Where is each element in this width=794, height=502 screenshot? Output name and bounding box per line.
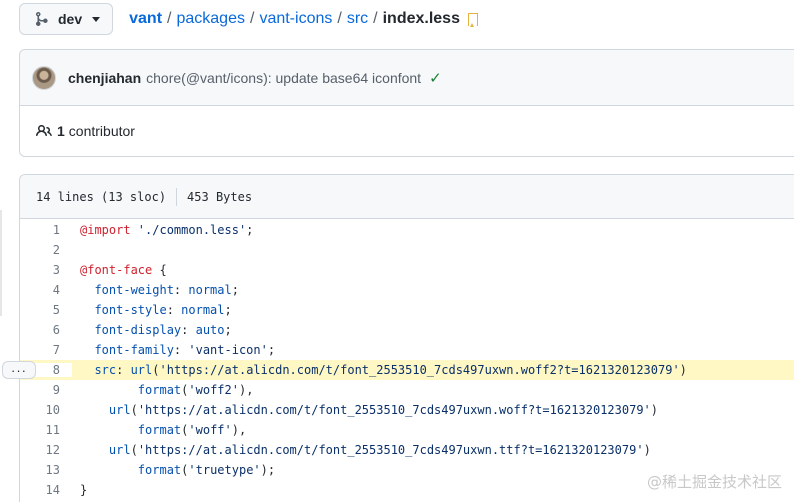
breadcrumb-root-link[interactable]: vant [129,10,162,28]
line-number[interactable]: 11 [20,423,72,437]
breadcrumb-link-packages[interactable]: packages [176,10,245,28]
code-line: 4 font-weight: normal; [20,280,794,300]
breadcrumb-separator: / [337,10,342,27]
code-line: 3 @font-face { [20,260,794,280]
line-options-button[interactable]: ··· [2,361,36,379]
line-number[interactable]: 1 [20,223,72,237]
people-icon [36,124,52,137]
line-number[interactable]: 3 [20,263,72,277]
commit-author[interactable]: chenjiahan [68,70,141,86]
breadcrumb: vant / packages / vant-icons / src / ind… [129,10,478,28]
commit-header: chenjiahan chore(@vant/icons): update ba… [20,50,794,106]
code-text: format('woff2'), [137,383,254,397]
watermark: @稀土掘金技术社区 [646,473,782,491]
breadcrumb-link-vant-icons[interactable]: vant-icons [259,10,332,28]
line-count: 14 lines (13 sloc) [36,189,167,204]
code-text: url('https://at.alicdn.com/t/font_255351… [108,403,659,417]
code-text: font-weight: normal; [80,283,239,297]
code-line: 10 url('https://at.alicdn.com/t/font_255… [20,400,794,420]
line-number[interactable]: 14 [20,483,72,497]
code-text: font-display: auto; [80,323,232,337]
line-number[interactable]: 7 [20,343,72,357]
line-number[interactable]: 9 [20,383,72,397]
file-info-bar: 14 lines (13 sloc) 453 Bytes [20,175,794,219]
contributor-count: 1 [57,123,65,139]
scroll-edge [0,210,2,316]
line-number[interactable]: 12 [20,443,72,457]
code-text: url('https://at.alicdn.com/t/font_255351… [108,443,651,457]
file-viewer: 14 lines (13 sloc) 453 Bytes 1 @import '… [19,174,794,502]
breadcrumb-link-src[interactable]: src [347,10,368,28]
code-text: font-style: normal; [80,303,232,317]
current-file-name: index.less [382,10,460,27]
path-bar: dev vant / packages / vant-icons / src /… [19,3,478,35]
code-line: 1 @import './common.less'; [20,220,794,240]
line-number[interactable]: 5 [20,303,72,317]
commit-message[interactable]: chore(@vant/icons): update base64 iconfo… [146,70,421,86]
line-number[interactable]: 6 [20,323,72,337]
check-icon[interactable]: ✓ [429,69,442,87]
code-text: format('truetype'); [137,463,276,477]
breadcrumb-separator: / [249,10,255,27]
divider [176,187,178,206]
branch-select-button[interactable]: dev [19,3,114,35]
file-size: 453 Bytes [187,189,253,204]
code-line: 9 format('woff2'), [20,380,794,400]
contributor-label: contributor [68,123,135,139]
code-line: 6 font-display: auto; [20,320,794,340]
code-line: 5 font-style: normal; [20,300,794,320]
code-text: font-family: 'vant-icon'; [80,343,276,357]
branch-label: dev [58,11,83,27]
code-line-highlighted: 8 src: url('https://at.alicdn.com/t/font… [20,360,794,380]
contributors-row[interactable]: 1 contributor [20,106,794,156]
code-text: } [80,483,88,497]
code-line: 12 url('https://at.alicdn.com/t/font_255… [20,440,794,460]
breadcrumb-separator: / [373,10,378,27]
line-number[interactable]: 10 [20,403,72,417]
chevron-down-icon [92,16,101,22]
code-text: @font-face { [80,263,167,277]
code-text: @import './common.less'; [80,223,254,237]
code-text: src: url('https://at.alicdn.com/t/font_2… [80,363,687,377]
code-line: 2 [20,240,794,260]
line-number[interactable]: 13 [20,463,72,477]
line-number[interactable]: 2 [20,243,72,257]
git-branch-icon [36,12,48,26]
latest-commit-box: chenjiahan chore(@vant/icons): update ba… [19,49,794,157]
code-line: 11 format('woff'), [20,420,794,440]
avatar[interactable] [32,65,56,90]
line-number[interactable]: 4 [20,283,72,297]
code-line: 7 font-family: 'vant-icon'; [20,340,794,360]
code-text: format('woff'), [137,423,247,437]
code-table: 1 @import './common.less'; 2 3 @font-fac… [20,220,794,500]
breadcrumb-separator: / [167,10,172,27]
bookmark-icon[interactable] [467,12,478,27]
